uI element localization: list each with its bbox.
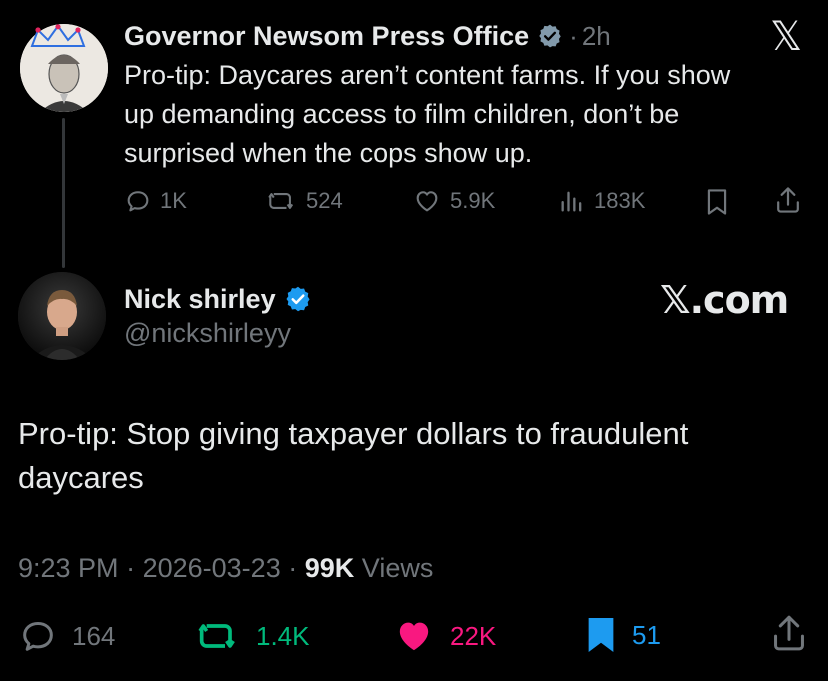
meta-separator: · <box>126 553 136 583</box>
quoted-bookmark-button[interactable] <box>704 187 730 217</box>
quoted-repost-button[interactable]: 524 <box>268 187 343 215</box>
main-text-line: daycares <box>18 460 144 495</box>
main-handle[interactable]: @nickshirleyy <box>124 318 291 349</box>
main-reply-count: 164 <box>72 620 116 651</box>
quoted-views-button[interactable]: 183K <box>558 187 645 215</box>
crown-icon <box>30 24 86 47</box>
bookmark-filled-icon <box>588 618 614 652</box>
quoted-text-line: surprised when the cops show up. <box>124 138 533 168</box>
x-logo-icon[interactable]: 𝕏 <box>770 14 802 60</box>
quoted-share-button[interactable] <box>774 185 802 215</box>
gray-verified-badge-icon <box>539 24 561 48</box>
main-author-row: Nick shirley <box>124 280 312 318</box>
brand-watermark: 𝕏.com <box>660 278 789 322</box>
quoted-like-button[interactable]: 5.9K <box>412 187 495 215</box>
reply-icon <box>23 622 53 651</box>
quoted-author-name[interactable]: Governor Newsom Press Office <box>124 21 529 52</box>
main-author-name[interactable]: Nick shirley <box>124 284 276 315</box>
reply-icon <box>127 191 149 212</box>
repost-icon <box>268 193 294 209</box>
views-label: Views <box>361 553 434 583</box>
meta-separator: · <box>288 553 298 583</box>
main-repost-button[interactable]: 1.4K <box>198 616 310 656</box>
main-reply-button[interactable]: 164 <box>18 616 115 656</box>
main-repost-count: 1.4K <box>256 620 310 651</box>
main-like-button[interactable]: 22K <box>392 616 496 656</box>
quoted-separator: · <box>569 20 578 51</box>
main-bookmark-count: 51 <box>632 619 661 650</box>
bookmark-icon <box>707 189 727 215</box>
main-bookmark-button[interactable]: 51 <box>584 614 661 656</box>
quoted-tweet-text: Pro-tip: Daycares aren’t content farms. … <box>124 56 824 173</box>
quoted-repost-count: 524 <box>306 188 343 213</box>
blue-verified-badge-icon <box>286 286 310 312</box>
repost-icon <box>198 624 235 648</box>
quoted-reply-count: 1K <box>160 188 187 213</box>
quoted-text-line: up demanding access to film children, do… <box>124 99 680 129</box>
main-share-button[interactable] <box>770 612 808 654</box>
quoted-time-ago[interactable]: 2h <box>582 21 611 52</box>
thread-connector-line <box>62 118 65 268</box>
share-icon <box>777 187 799 213</box>
views-count: 99K <box>304 553 355 583</box>
main-tweet-meta: 9:23 PM · 2026-03-23 · 99K Views <box>18 553 433 584</box>
quoted-tweet-header: Governor Newsom Press Office · 2h <box>124 18 611 54</box>
main-like-count: 22K <box>450 620 497 651</box>
main-text-line: Pro-tip: Stop giving taxpayer dollars to… <box>18 416 689 451</box>
quoted-views-count: 183K <box>594 188 646 213</box>
share-icon <box>774 615 804 651</box>
heart-icon <box>416 191 438 212</box>
quoted-reply-button[interactable]: 1K <box>124 187 187 215</box>
quoted-text-line: Pro-tip: Daycares aren’t content farms. … <box>124 60 731 90</box>
main-tweet-text: Pro-tip: Stop giving taxpayer dollars to… <box>18 412 818 500</box>
views-chart-icon <box>561 191 582 212</box>
tweet-date[interactable]: 2026-03-23 <box>143 553 281 583</box>
nick-avatar[interactable] <box>18 272 106 360</box>
quoted-like-count: 5.9K <box>450 188 496 213</box>
heart-filled-icon <box>399 622 429 651</box>
tweet-time[interactable]: 9:23 PM <box>18 553 119 583</box>
